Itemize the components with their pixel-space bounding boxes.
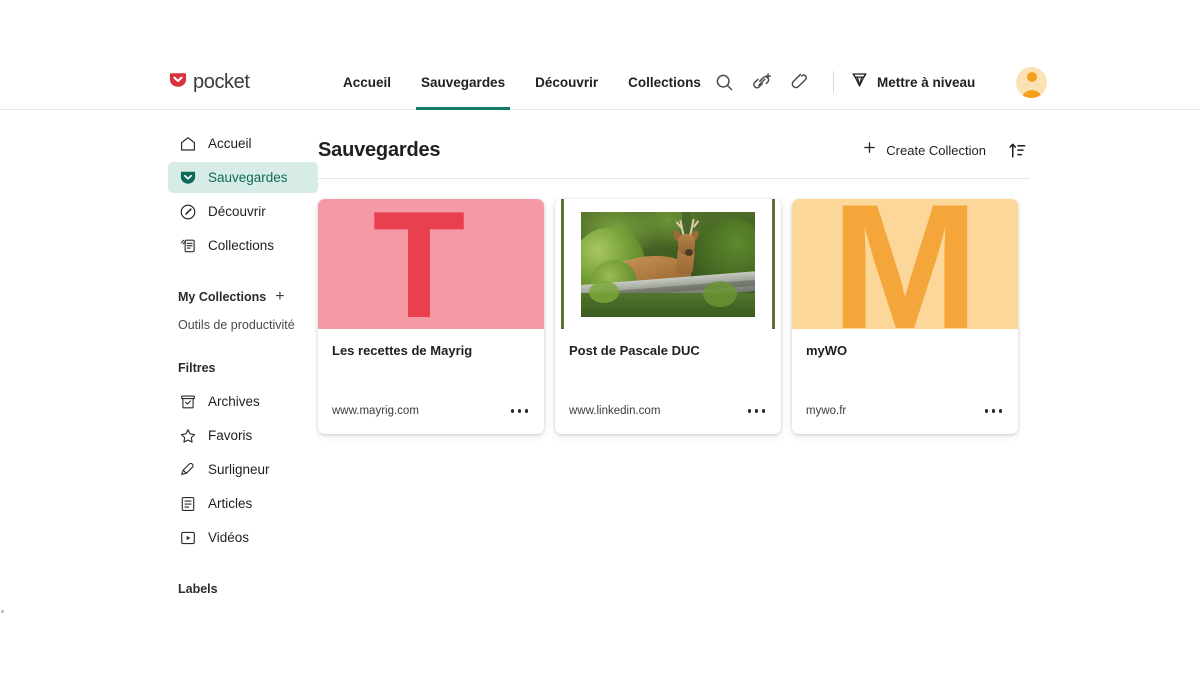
home-icon	[178, 134, 197, 153]
main-toolbar: Sauvegardes Create Collection	[318, 128, 1030, 172]
nav-item-accueil[interactable]: Accueil	[328, 55, 406, 110]
card-title: Les recettes de Mayrig	[332, 343, 473, 358]
pocket-app-page: pocket Accueil Sauvegardes Découvrir Col…	[0, 0, 1200, 675]
card-thumbnail-letter: M	[830, 199, 980, 329]
save-card[interactable]: T Les recettes de Mayrig www.mayrig.com	[318, 199, 544, 434]
create-collection-button[interactable]: Create Collection	[862, 140, 986, 160]
filtres-title: Filtres	[178, 361, 216, 375]
my-collections-title: My Collections	[178, 290, 267, 304]
add-collection-plus-icon[interactable]: +	[275, 289, 284, 305]
card-thumbnail: T	[318, 199, 544, 329]
sidebar: Accueil Sauvegardes Découvrir Collection…	[168, 128, 318, 607]
save-card[interactable]: M myWO mywo.fr	[792, 199, 1018, 434]
sidebar-filter-surligneur[interactable]: Surligneur	[168, 454, 318, 485]
more-options-icon[interactable]	[509, 405, 531, 417]
sidebar-filter-label: Archives	[208, 394, 260, 409]
card-title: Post de Pascale DUC	[569, 343, 700, 358]
sidebar-item-accueil[interactable]: Accueil	[168, 128, 318, 159]
cards-stack-icon	[178, 236, 197, 255]
gem-icon	[850, 70, 869, 94]
app-header: pocket Accueil Sauvegardes Découvrir Col…	[0, 55, 1200, 110]
card-url: www.mayrig.com	[332, 405, 419, 417]
search-icon[interactable]	[705, 63, 743, 101]
card-footer: www.mayrig.com	[318, 405, 544, 434]
sidebar-filter-label: Articles	[208, 496, 253, 511]
card-body: Post de Pascale DUC	[555, 329, 781, 405]
shield-check-icon	[178, 168, 197, 187]
star-icon	[178, 426, 197, 445]
card-thumbnail-letter: T	[372, 199, 466, 329]
sidebar-item-label: Accueil	[208, 136, 252, 151]
deer-forest-photo	[581, 211, 755, 317]
header-divider	[833, 71, 834, 93]
sidebar-filter-videos[interactable]: Vidéos	[168, 522, 318, 553]
page-artifact	[1, 610, 4, 613]
archive-box-icon	[178, 392, 197, 411]
card-url: www.linkedin.com	[569, 405, 661, 417]
pocket-wordmark: pocket	[193, 71, 250, 93]
card-body: Les recettes de Mayrig	[318, 329, 544, 405]
sidebar-filter-favoris[interactable]: Favoris	[168, 420, 318, 451]
save-card[interactable]: Post de Pascale DUC www.linkedin.com	[555, 199, 781, 434]
sidebar-filter-articles[interactable]: Articles	[168, 488, 318, 519]
more-options-icon[interactable]	[746, 405, 768, 417]
create-collection-label: Create Collection	[886, 142, 986, 158]
pocket-logo[interactable]: pocket	[168, 70, 250, 95]
add-link-icon[interactable]	[743, 63, 781, 101]
highlighter-icon	[178, 460, 197, 479]
more-options-icon[interactable]	[983, 405, 1005, 417]
collection-item-outils-de-productivite[interactable]: Outils de productivité	[168, 318, 318, 332]
pencil-icon[interactable]	[781, 63, 819, 101]
saves-card-grid: T Les recettes de Mayrig www.mayrig.com	[318, 199, 1030, 434]
sidebar-item-label: Découvrir	[208, 204, 266, 219]
thumbnail-edge-right	[772, 199, 775, 329]
card-thumbnail	[555, 199, 781, 329]
labels-title: Labels	[178, 582, 218, 596]
my-collections-header: My Collections +	[168, 289, 318, 305]
sidebar-item-label: Collections	[208, 238, 275, 253]
nav-item-decouvrir[interactable]: Découvrir	[520, 55, 613, 110]
sidebar-filter-label: Surligneur	[208, 462, 270, 477]
primary-nav: Accueil Sauvegardes Découvrir Collection…	[328, 55, 716, 110]
card-title: myWO	[806, 343, 848, 358]
user-avatar-icon[interactable]	[1016, 66, 1047, 98]
card-footer: www.linkedin.com	[555, 405, 781, 434]
avatar-body	[1020, 89, 1043, 98]
avatar-head	[1026, 71, 1037, 82]
sort-ascending-icon[interactable]	[1004, 137, 1030, 163]
card-thumbnail: M	[792, 199, 1018, 329]
plus-icon	[862, 140, 877, 160]
sidebar-filter-archives[interactable]: Archives	[168, 386, 318, 417]
sidebar-filter-label: Vidéos	[208, 530, 250, 545]
sidebar-item-label: Sauvegardes	[208, 170, 288, 185]
main-content: Sauvegardes Create Collection T Les rece…	[318, 128, 1030, 434]
nav-item-collections[interactable]: Collections	[613, 55, 716, 110]
header-actions: Mettre à niveau	[705, 55, 1200, 110]
nav-item-sauvegardes[interactable]: Sauvegardes	[406, 55, 520, 110]
card-body: myWO	[792, 329, 1018, 405]
toolbar-actions: Create Collection	[862, 137, 1030, 163]
sidebar-filter-label: Favoris	[208, 428, 253, 443]
thumbnail-edge-left	[561, 199, 564, 329]
sidebar-item-decouvrir[interactable]: Découvrir	[168, 196, 318, 227]
pocket-shield-icon	[168, 70, 188, 95]
card-url: mywo.fr	[806, 405, 847, 417]
upgrade-label: Mettre à niveau	[877, 74, 976, 90]
page-title: Sauvegardes	[318, 138, 441, 161]
sidebar-item-sauvegardes[interactable]: Sauvegardes	[168, 162, 318, 193]
upgrade-button[interactable]: Mettre à niveau	[844, 66, 981, 98]
sidebar-item-collections[interactable]: Collections	[168, 230, 318, 261]
article-icon	[178, 494, 197, 513]
video-play-icon	[178, 528, 197, 547]
toolbar-divider	[318, 178, 1030, 179]
card-footer: mywo.fr	[792, 405, 1018, 434]
compass-icon	[178, 202, 197, 221]
